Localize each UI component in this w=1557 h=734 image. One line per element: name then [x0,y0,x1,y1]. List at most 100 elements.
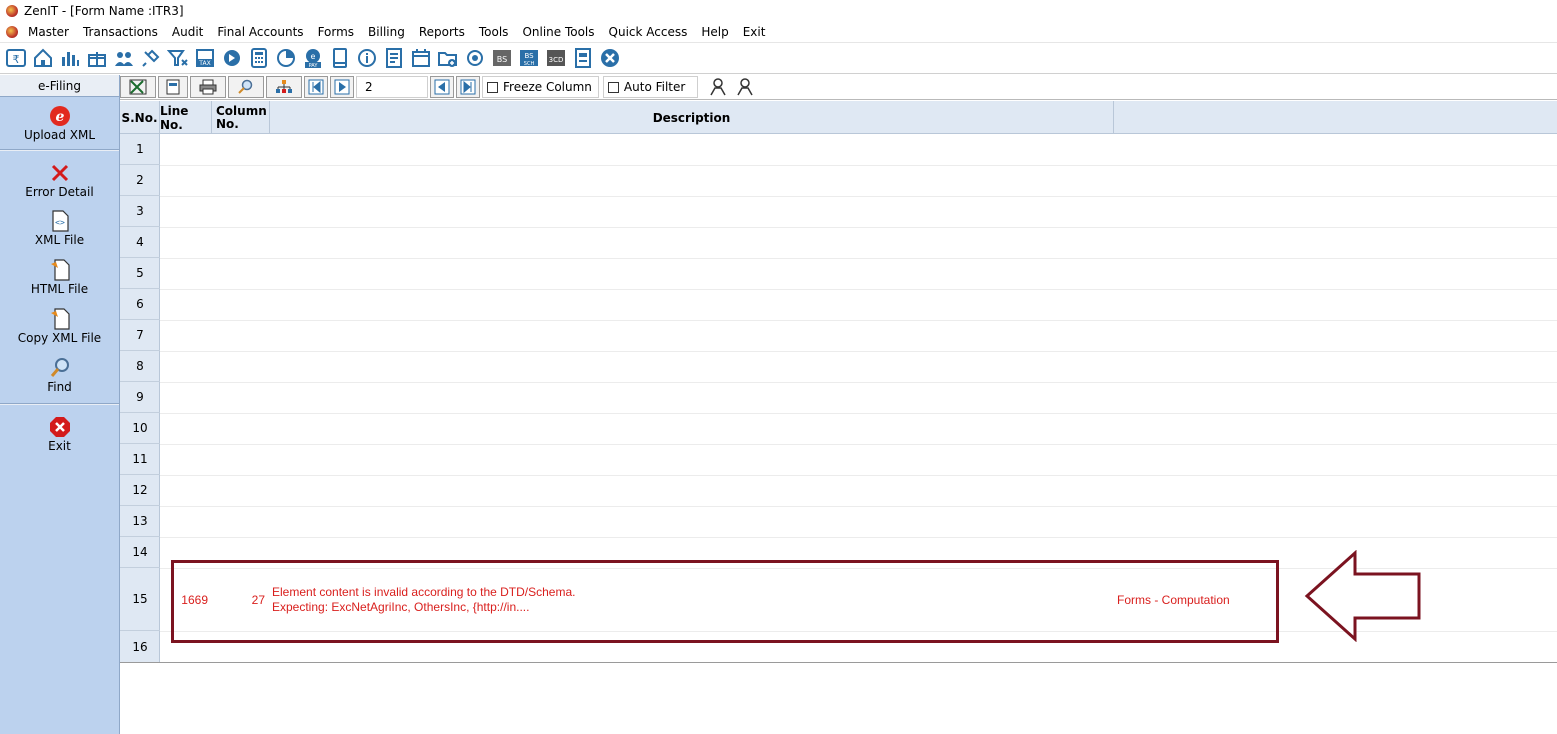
info-icon[interactable] [355,46,379,70]
row-number[interactable]: 6 [120,289,160,320]
row-divider [160,165,1557,166]
folder-add-icon[interactable] [436,46,460,70]
row-number[interactable]: 15 [120,568,160,631]
row-number[interactable]: 11 [120,444,160,475]
row-number[interactable]: 1 [120,134,160,165]
find-user-next-button[interactable] [733,75,757,99]
tax-icon[interactable]: TAX [193,46,217,70]
svg-text:BS: BS [497,55,507,64]
header-line-no[interactable]: Line No. [160,101,212,134]
sidebar-item-error-detail[interactable]: Error Detail [0,151,119,203]
last-record-button[interactable] [456,76,480,98]
form-icon[interactable] [571,46,595,70]
menu-final-accounts[interactable]: Final Accounts [217,25,303,39]
sidebar-item-find[interactable]: Find [0,350,119,399]
row-number[interactable]: 2 [120,165,160,196]
calendar-icon[interactable] [409,46,433,70]
menu-online-tools[interactable]: Online Tools [522,25,594,39]
annotation-highlight-box [171,560,1279,643]
sidebar-item-label: Copy XML File [17,330,102,345]
book-icon[interactable] [328,46,352,70]
header-section[interactable] [1114,101,1557,134]
row-number[interactable]: 10 [120,413,160,444]
row-number[interactable]: 9 [120,382,160,413]
calculator-icon[interactable] [247,46,271,70]
sidebar-item-html-file[interactable]: HTML File [0,252,119,301]
checkbox-box[interactable] [607,81,619,93]
svg-text:BS: BS [524,52,534,60]
record-number-input[interactable]: 2 [356,76,428,98]
menu-forms[interactable]: Forms [318,25,354,39]
row-number[interactable]: 13 [120,506,160,537]
refresh-icon[interactable] [463,46,487,70]
menu-tools[interactable]: Tools [479,25,509,39]
bar-chart-icon[interactable] [58,46,82,70]
excel-icon [129,79,147,95]
checkbox-box[interactable] [487,81,498,93]
freeze-column-checkbox[interactable]: Freeze Column [482,76,599,98]
sidebar-item-exit[interactable]: Exit [0,405,119,457]
auto-filter-checkbox[interactable]: Auto Filter [602,76,699,98]
home-icon[interactable] [31,46,55,70]
report-icon[interactable] [382,46,406,70]
row-number[interactable]: 7 [120,320,160,351]
row-divider [160,537,1557,538]
gift-icon[interactable] [85,46,109,70]
row-number[interactable]: 14 [120,537,160,568]
search-button[interactable] [228,76,264,98]
row-number[interactable]: 4 [120,227,160,258]
menu-billing[interactable]: Billing [368,25,405,39]
menu-help[interactable]: Help [701,25,728,39]
header-sno[interactable]: S.No. [120,101,160,134]
bs-sch-icon[interactable]: BS SCH [517,46,541,70]
menu-quick-access[interactable]: Quick Access [609,25,688,39]
row-number[interactable]: 12 [120,475,160,506]
pin-icon[interactable] [139,46,163,70]
row-number[interactable]: 5 [120,258,160,289]
menu-reports[interactable]: Reports [419,25,465,39]
sidebar-item-copy-xml-file[interactable]: Copy XML File [0,301,119,350]
search-icon [238,79,253,94]
sidebar-item-upload-xml[interactable]: e Upload XML [0,97,119,149]
row-divider [160,382,1557,383]
sidebar-item-label: Exit [48,439,71,453]
rupee-icon[interactable]: ₹ [4,46,28,70]
menu-audit[interactable]: Audit [172,25,203,39]
sidebar-item-label: Upload XML [23,128,96,142]
print-button[interactable] [190,76,226,98]
row-number[interactable]: 3 [120,196,160,227]
3cd-icon[interactable]: 3CD [544,46,568,70]
svg-text:e: e [311,52,316,61]
pie-icon[interactable] [274,46,298,70]
export-excel-button[interactable] [120,76,156,98]
users-icon[interactable] [112,46,136,70]
menu-master[interactable]: Master [28,25,69,39]
sidebar-item-label: Find [47,379,72,394]
first-record-button[interactable] [304,76,328,98]
sidebar-item-xml-file[interactable]: <> XML File [0,203,119,252]
row-number[interactable]: 8 [120,351,160,382]
hierarchy-button[interactable] [266,76,302,98]
user-search-icon [737,78,753,96]
sidebar-item-label: HTML File [30,281,89,296]
prev-record-button[interactable] [430,76,454,98]
sidebar-item-label: XML File [34,232,85,247]
next-record-button[interactable] [330,76,354,98]
header-description[interactable]: Description [270,101,1114,134]
row-number[interactable]: 16 [120,631,160,663]
menu-exit[interactable]: Exit [743,25,766,39]
close-circle-icon[interactable] [598,46,622,70]
disc-icon[interactable] [220,46,244,70]
grid-toolbar: 2 Freeze Column Auto Filter [120,75,1557,100]
play-icon [334,79,350,95]
menu-logo-icon[interactable] [6,25,18,38]
svg-text:SCH: SCH [524,61,535,67]
header-column-no[interactable]: Column No. [212,101,270,134]
find-user-button[interactable] [706,75,730,99]
bs-icon[interactable]: BS [490,46,514,70]
menu-transactions[interactable]: Transactions [83,25,158,39]
row-divider [160,475,1557,476]
filter-icon[interactable] [166,46,190,70]
epay-icon[interactable]: e PAY [301,46,325,70]
export-xml-button[interactable] [158,76,188,98]
